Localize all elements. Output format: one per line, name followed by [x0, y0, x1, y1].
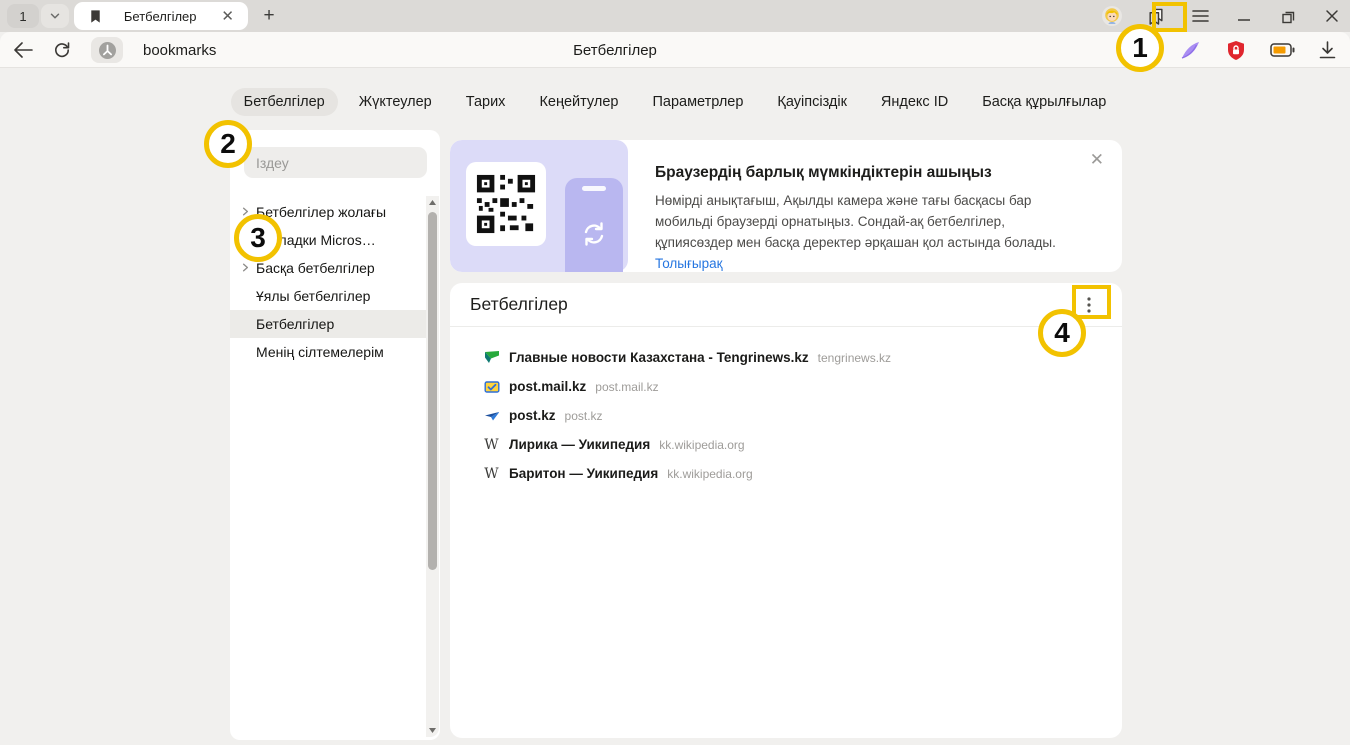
scrollbar-thumb[interactable] [428, 212, 437, 570]
annotation-step-1: 1 [1116, 24, 1164, 72]
bookmark-row[interactable]: W Лирика — Уикипедия kk.wikipedia.org [450, 430, 1122, 459]
tab-extensions[interactable]: Кеңейтулер [526, 88, 631, 116]
bookmarks-list: Главные новости Казахстана - Tengrinews.… [450, 343, 1122, 488]
annotation-highlight-panel-icon [1152, 2, 1187, 32]
phone-illustration [565, 178, 623, 272]
bookmark-row[interactable]: post.kz post.kz [450, 401, 1122, 430]
tab-title: Бетбелгілер [103, 9, 217, 24]
menu-hamburger-icon[interactable] [1190, 6, 1210, 26]
tab-close-icon[interactable]: ✕ [217, 7, 238, 26]
browser-window: 1 Бетбелгілер ✕ + [0, 0, 1350, 745]
bookmark-row[interactable]: post.mail.kz post.mail.kz [450, 372, 1122, 401]
address-bar-page-title: Бетбелгілер [573, 32, 657, 68]
sync-icon [580, 220, 608, 248]
wikipedia-icon: W [483, 465, 500, 482]
download-icon[interactable] [1319, 41, 1336, 59]
window-close-button[interactable] [1322, 6, 1342, 26]
annotation-step-2: 2 [204, 120, 252, 168]
tengrinews-icon [483, 349, 500, 366]
new-tab-button[interactable]: + [256, 3, 282, 29]
feather-extension-icon[interactable] [1180, 40, 1202, 60]
scroll-up-icon[interactable] [428, 199, 437, 206]
bookmarks-panel-header: Бетбелгілер [450, 283, 1122, 327]
user-avatar[interactable] [1102, 6, 1122, 26]
bookmarks-panel-title: Бетбелгілер [470, 294, 568, 315]
scroll-down-icon[interactable] [428, 727, 437, 734]
bookmark-icon [88, 9, 103, 24]
wikipedia-icon: W [483, 436, 500, 453]
battery-icon[interactable] [1270, 43, 1295, 57]
reload-button[interactable] [53, 41, 71, 59]
window-restore-button[interactable] [1278, 6, 1298, 26]
post-kz-icon [483, 407, 500, 424]
search-input[interactable] [244, 147, 427, 178]
tab-yandex-id[interactable]: Яндекс ID [868, 88, 961, 116]
settings-nav-tabs: Бетбелгілер Жүктеулер Тарих Кеңейтулер П… [0, 88, 1350, 116]
phone-notch [582, 186, 606, 191]
tree-item-mobile-bookmarks[interactable]: Ұялы бетбелгілер [230, 282, 426, 310]
tab-downloads[interactable]: Жүктеулер [346, 88, 445, 116]
tab-bookmarks[interactable]: Бетбелгілер [231, 88, 338, 116]
tab-security[interactable]: Қауіпсіздік [764, 88, 860, 116]
tree-item-bookmarks[interactable]: Бетбелгілер [230, 310, 426, 338]
tab-counter-label: 1 [19, 9, 26, 24]
browser-tab[interactable]: Бетбелгілер ✕ [74, 2, 248, 30]
chevron-down-icon [48, 9, 62, 23]
tab-history[interactable]: Тарих [453, 88, 519, 116]
protect-badge[interactable] [91, 37, 123, 63]
tree-item-my-links[interactable]: Менің сілтемелерім [230, 338, 426, 366]
banner-title: Браузердің барлық мүмкіндіктерін ашыңыз [655, 164, 992, 182]
banner-illustration [450, 140, 628, 272]
qr-code [466, 162, 546, 246]
window-minimize-button[interactable] [1234, 6, 1254, 26]
tab-counter-button[interactable]: 1 [7, 4, 39, 28]
url-text[interactable]: bookmarks [143, 42, 216, 59]
bookmark-row[interactable]: Главные новости Казахстана - Tengrinews.… [450, 343, 1122, 372]
back-button[interactable] [14, 42, 33, 58]
bookmark-row[interactable]: W Баритон — Уикипедия kk.wikipedia.org [450, 459, 1122, 488]
sidebar-scrollbar[interactable] [426, 196, 439, 737]
annotation-step-3: 3 [234, 214, 282, 262]
annotation-highlight-kebab [1072, 285, 1111, 319]
chevron-right-icon[interactable] [239, 261, 252, 274]
mail-kz-icon [483, 378, 500, 395]
tab-settings[interactable]: Параметрлер [639, 88, 756, 116]
mobile-promo-banner: Браузердің барлық мүмкіндіктерін ашыңыз … [450, 140, 1122, 272]
banner-more-link[interactable]: Толығырақ [655, 256, 723, 271]
banner-body: Нөмірді анықтағыш, Ақылды камера және та… [655, 190, 1083, 272]
shield-protect-icon[interactable] [1226, 40, 1246, 61]
bookmarks-panel: Бетбелгілер Главные новости Казахстана -… [450, 283, 1122, 738]
annotation-step-4: 4 [1038, 309, 1086, 357]
tab-other-devices[interactable]: Басқа құрылғылар [969, 88, 1119, 116]
banner-close-icon[interactable]: ✕ [1086, 148, 1108, 172]
tabs-dropdown-button[interactable] [41, 4, 69, 28]
